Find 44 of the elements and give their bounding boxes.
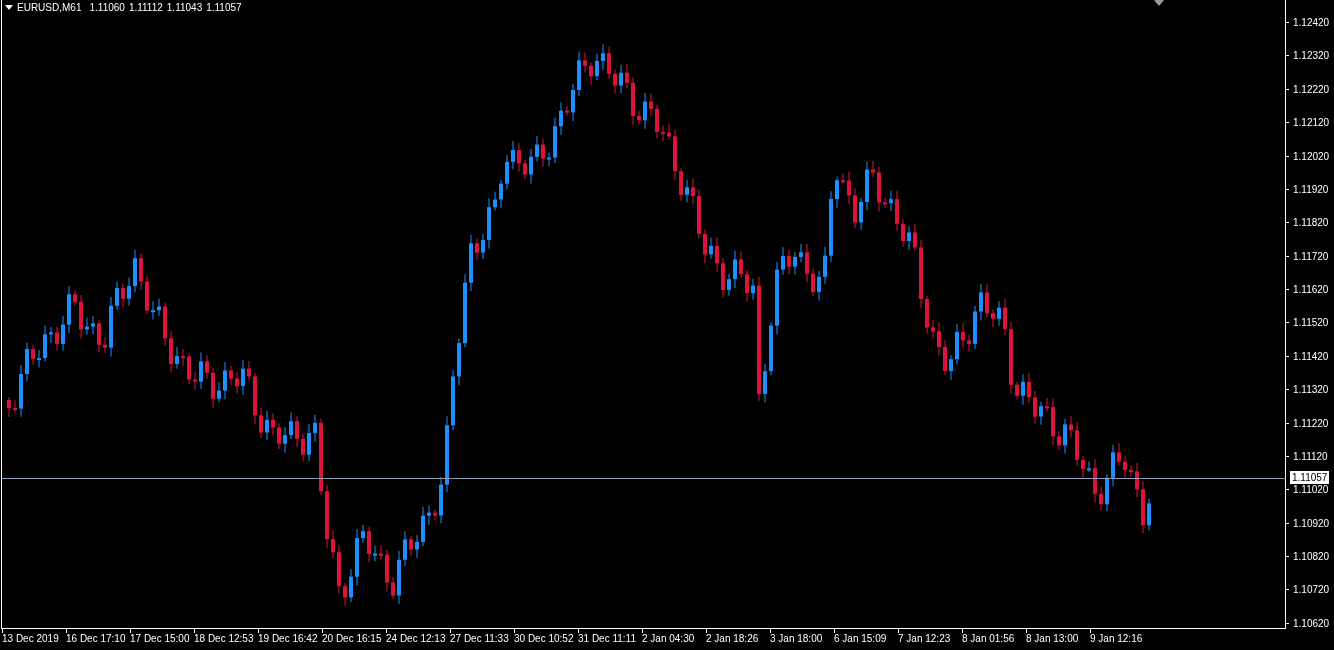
time-axis-label: 17 Dec 15:00 — [130, 629, 194, 650]
time-axis-label: 8 Jan 01:56 — [962, 629, 1026, 650]
price-value: 1.11043 — [166, 2, 203, 13]
price-axis-label: 1.11420 — [1286, 339, 1334, 374]
time-axis-label: 6 Jan 15:09 — [834, 629, 898, 650]
price-axis-label: 1.11220 — [1286, 406, 1334, 440]
price-value: 1.11112 — [128, 2, 163, 13]
price-axis-label: 1.12220 — [1286, 72, 1334, 107]
time-axis-label: 20 Dec 16:15 — [322, 629, 386, 650]
price-value: 1.11060 — [89, 2, 125, 13]
time-axis-label: 2 Jan 18:26 — [706, 629, 770, 650]
price-axis-label: 1.12020 — [1286, 139, 1334, 173]
price-value: 1.11057 — [206, 2, 242, 13]
price-axis-label: 1.12420 — [1286, 6, 1334, 40]
time-axis-label: 9 Jan 12:16 — [1090, 629, 1154, 650]
time-axis-label: 3 Jan 18:00 — [770, 629, 834, 650]
current-price-tag: 1.11057 — [1290, 471, 1330, 484]
price-axis-label: 1.10820 — [1286, 540, 1334, 574]
time-axis-label: 31 Dec 11:11 — [578, 629, 642, 650]
time-axis-label: 13 Dec 2019 — [2, 629, 66, 650]
price-axis-label: 1.11320 — [1286, 373, 1334, 407]
price-axis-label: 1.11120 — [1286, 439, 1334, 474]
time-axis-label: 7 Jan 12:23 — [898, 629, 962, 650]
price-axis-label: 1.12120 — [1286, 106, 1334, 140]
symbol-label: EURUSD,M61 — [17, 2, 82, 13]
time-axis-label: 2 Jan 04:30 — [642, 629, 706, 650]
price-axis-label: 1.10720 — [1286, 573, 1334, 607]
price-axis-label: 1.11820 — [1286, 206, 1334, 240]
time-axis-label: 18 Dec 12:53 — [194, 629, 258, 650]
time-axis-label: 8 Jan 13:00 — [1026, 629, 1090, 650]
price-axis-label: 1.11620 — [1286, 273, 1334, 307]
time-axis-label: 19 Dec 16:42 — [258, 629, 322, 650]
time-axis-label: 24 Dec 12:13 — [386, 629, 450, 650]
price-axis-label: 1.10620 — [1286, 606, 1334, 641]
time-axis-label: 27 Dec 11:33 — [450, 629, 514, 650]
chart-shift-triangle-icon[interactable] — [1154, 0, 1164, 6]
price-axis-label: 1.11720 — [1286, 239, 1334, 273]
price-axis-label: 1.11520 — [1286, 306, 1334, 340]
price-axis-label: 1.12320 — [1286, 39, 1334, 73]
time-axis-label: 30 Dec 10:52 — [514, 629, 578, 650]
dropdown-triangle-icon[interactable] — [5, 4, 13, 11]
time-axis-label: 16 Dec 17:10 — [66, 629, 130, 650]
price-axis-label: 1.11920 — [1286, 172, 1334, 207]
price-axis-label: 1.10920 — [1286, 506, 1334, 540]
